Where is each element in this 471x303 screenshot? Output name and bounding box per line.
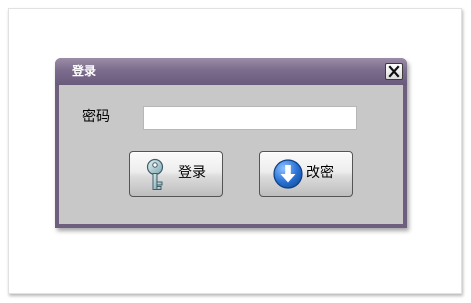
close-x-icon — [388, 65, 400, 78]
login-button-label: 登录 — [178, 165, 206, 181]
key-icon — [146, 158, 164, 190]
close-button[interactable] — [385, 63, 403, 80]
password-input[interactable] — [143, 106, 357, 130]
down-arrow-circle-icon — [273, 159, 303, 189]
dialog-titlebar[interactable]: 登录 — [55, 58, 407, 85]
password-label: 密码 — [82, 109, 110, 125]
change-password-button[interactable]: 改密 — [259, 151, 353, 197]
login-button[interactable]: 登录 — [129, 151, 223, 197]
dialog-client-area: 密码 登录 改密 — [59, 85, 403, 224]
dialog-title: 登录 — [72, 64, 97, 78]
change-password-button-label: 改密 — [306, 165, 334, 181]
login-dialog: 登录 密码 登录 改密 — [55, 58, 407, 228]
